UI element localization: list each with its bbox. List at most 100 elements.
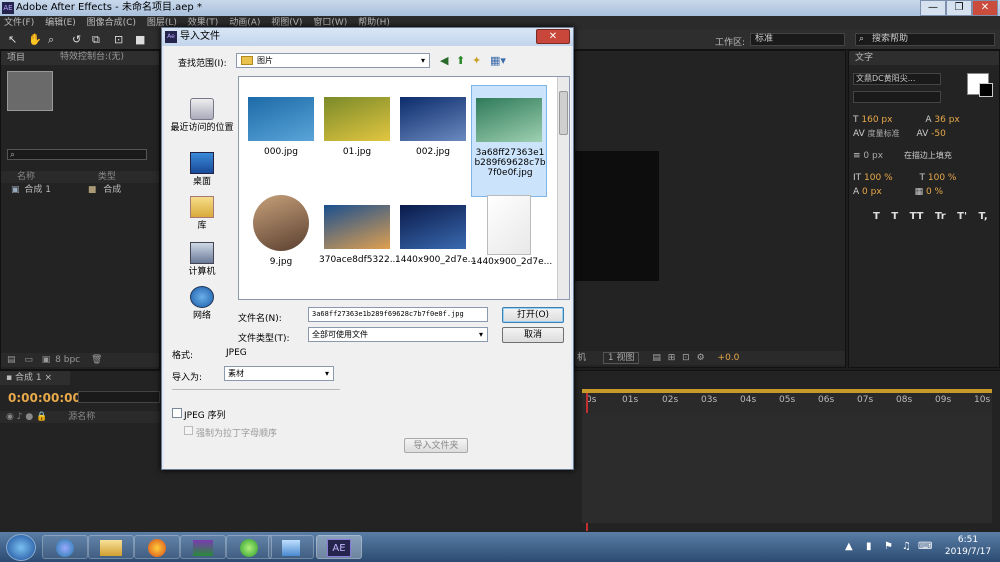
baseline-shift-value[interactable]: 0 px bbox=[862, 187, 882, 197]
project-search-input[interactable]: ⌕ bbox=[7, 149, 147, 160]
close-window-button[interactable]: ✕ bbox=[972, 0, 998, 16]
selection-tool-icon[interactable]: ↖ bbox=[8, 33, 17, 46]
keyboard-icon[interactable]: ⌨ bbox=[918, 541, 932, 552]
lookin-select[interactable]: 图片 ▾ bbox=[236, 53, 430, 68]
solo-icon[interactable]: ● bbox=[25, 412, 33, 422]
network-tray-icon[interactable]: ▮ bbox=[866, 541, 872, 552]
new-comp-icon[interactable]: ▣ bbox=[42, 355, 51, 365]
taskbar-notes[interactable] bbox=[268, 535, 314, 559]
faux-italic-button[interactable]: T bbox=[891, 211, 898, 222]
zoom-tool-icon[interactable]: ⌕ bbox=[48, 33, 54, 47]
audio-icon[interactable]: ♪ bbox=[17, 412, 23, 422]
effects-control-tab[interactable]: 特效控制台:(无) bbox=[56, 50, 166, 64]
tray-clock[interactable]: 6:51 2019/7/17 bbox=[940, 534, 996, 558]
up-folder-icon[interactable]: ⬆ bbox=[456, 54, 465, 67]
stroke-mode-select[interactable]: 在描边上填充 bbox=[904, 151, 952, 160]
file-item[interactable]: 9.jpg bbox=[243, 193, 319, 289]
new-folder-icon[interactable]: ✦ bbox=[472, 54, 481, 67]
start-button[interactable] bbox=[6, 534, 36, 561]
workspace-select[interactable]: 标准 bbox=[750, 33, 845, 46]
menu-composition[interactable]: 图像合成(C) bbox=[87, 18, 136, 28]
force-alphabetical-checkbox[interactable] bbox=[184, 426, 193, 435]
stroke-color-swatch[interactable] bbox=[979, 83, 993, 97]
viewer-option-icon[interactable]: ▤ bbox=[652, 353, 661, 363]
column-name[interactable]: 名称 bbox=[17, 172, 35, 182]
vertical-scale-value[interactable]: 100 % bbox=[864, 173, 893, 183]
place-desktop[interactable]: 桌面 bbox=[170, 152, 234, 187]
taskbar-after-effects[interactable]: AE bbox=[316, 535, 362, 559]
flag-icon[interactable]: ⚑ bbox=[884, 541, 893, 552]
font-family-select[interactable]: 文鼎DC黄阳尖... bbox=[853, 73, 941, 85]
filetype-select[interactable]: 全部可使用文件 ▾ bbox=[308, 327, 488, 342]
visibility-icon[interactable]: ◉ bbox=[6, 412, 14, 422]
exposure-value[interactable]: +0.0 bbox=[718, 353, 740, 363]
maximize-button[interactable]: ❐ bbox=[946, 0, 972, 16]
taskbar-app[interactable] bbox=[180, 535, 226, 559]
project-row-comp1[interactable]: ▣ 合成 1 ■ 合成 bbox=[1, 184, 159, 196]
new-folder-icon[interactable]: ▭ bbox=[24, 355, 33, 365]
minimize-button[interactable]: — bbox=[920, 0, 946, 16]
column-type[interactable]: 类型 bbox=[98, 172, 116, 182]
file-item[interactable]: 1440x900_2d7e... bbox=[395, 193, 476, 289]
jpeg-sequence-checkbox[interactable] bbox=[172, 408, 182, 418]
pan-behind-tool-icon[interactable]: ⊡ bbox=[114, 33, 123, 46]
grid-icon[interactable]: ⊞ bbox=[668, 353, 676, 363]
current-time[interactable]: 0:00:00:00 bbox=[8, 391, 81, 405]
dialog-close-button[interactable]: ✕ bbox=[536, 29, 570, 44]
place-network[interactable]: 网络 bbox=[170, 286, 234, 321]
tsume-value[interactable]: 0 % bbox=[926, 187, 943, 197]
font-style-select[interactable] bbox=[853, 91, 941, 103]
interpret-footage-icon[interactable]: ▤ bbox=[7, 355, 16, 365]
timeline-tab[interactable]: ▪ 合成 1 × bbox=[0, 371, 70, 385]
layer-name-column[interactable]: 源名称 bbox=[68, 412, 95, 422]
scrollbar-thumb[interactable] bbox=[559, 91, 568, 135]
import-as-select[interactable]: 素材 ▾ bbox=[224, 366, 334, 381]
search-help-input[interactable]: 搜索帮助 bbox=[855, 33, 995, 46]
place-computer[interactable]: 计算机 bbox=[170, 242, 234, 277]
open-button[interactable]: 打开(O) bbox=[502, 307, 564, 323]
subscript-button[interactable]: T, bbox=[979, 211, 988, 222]
superscript-button[interactable]: T' bbox=[957, 211, 967, 222]
timeline-search-input[interactable] bbox=[78, 391, 160, 403]
leading-value[interactable]: 36 px bbox=[934, 115, 959, 125]
file-item[interactable]: 3a68ff27363e1b289f69628c7b7f0e0f.jpg bbox=[471, 85, 547, 197]
bpc-label[interactable]: 8 bpc bbox=[55, 355, 80, 365]
text-tab[interactable]: 文字 bbox=[849, 51, 999, 65]
file-item[interactable]: 370ace8df5322... bbox=[319, 193, 398, 289]
trash-icon[interactable]: 🗑 bbox=[91, 355, 102, 365]
file-item[interactable]: 000.jpg bbox=[243, 85, 319, 181]
time-ruler[interactable]: 0s 01s 02s 03s 04s 05s 06s 07s 08s 09s 1… bbox=[582, 389, 992, 413]
place-libraries[interactable]: 库 bbox=[170, 196, 234, 231]
stroke-width-value[interactable]: 0 px bbox=[863, 151, 883, 161]
faux-bold-button[interactable]: T bbox=[873, 211, 880, 222]
notification-icon[interactable]: ▲ bbox=[845, 541, 853, 552]
taskbar-media-player[interactable] bbox=[42, 535, 88, 559]
tracking-value[interactable]: -50 bbox=[931, 129, 946, 139]
taskbar-explorer[interactable] bbox=[88, 535, 134, 559]
file-item[interactable]: 01.jpg bbox=[319, 85, 395, 181]
horizontal-scale-value[interactable]: 100 % bbox=[928, 173, 957, 183]
filename-input[interactable]: 3a68ff27363e1b289f69628c7b7f0e0f.jpg bbox=[308, 307, 488, 322]
cancel-button[interactable]: 取消 bbox=[502, 327, 564, 343]
file-item[interactable]: 1440x900_2d7e... bbox=[471, 193, 552, 289]
taskbar-firefox[interactable] bbox=[134, 535, 180, 559]
taskbar-360[interactable] bbox=[226, 535, 272, 559]
snapshot-icon[interactable]: ⊡ bbox=[682, 353, 690, 363]
file-list-scrollbar[interactable] bbox=[557, 77, 569, 299]
place-recent[interactable]: 最近访问的位置 bbox=[170, 98, 234, 133]
small-caps-button[interactable]: Tr bbox=[935, 211, 946, 222]
font-size-value[interactable]: 160 px bbox=[861, 115, 892, 125]
view-menu-icon[interactable]: ▦▾ bbox=[490, 54, 506, 67]
work-area-bar[interactable] bbox=[582, 389, 992, 393]
back-icon[interactable]: ◀ bbox=[440, 54, 448, 67]
camera-tool-icon[interactable]: ⧉ bbox=[92, 33, 100, 47]
menu-file[interactable]: 文件(F) bbox=[4, 18, 34, 28]
volume-icon[interactable]: ♫ bbox=[902, 541, 911, 552]
view-layout-select[interactable]: 1 视图 bbox=[602, 352, 640, 364]
lock-icon[interactable]: 🔒 bbox=[36, 412, 47, 422]
kerning-value[interactable]: 度量标准 bbox=[868, 129, 900, 138]
import-folder-button[interactable]: 导入文件夹 bbox=[404, 438, 468, 453]
menu-edit[interactable]: 编辑(E) bbox=[45, 18, 76, 28]
rotate-tool-icon[interactable]: ↺ bbox=[72, 33, 81, 46]
hand-tool-icon[interactable]: ✋ bbox=[28, 33, 42, 46]
